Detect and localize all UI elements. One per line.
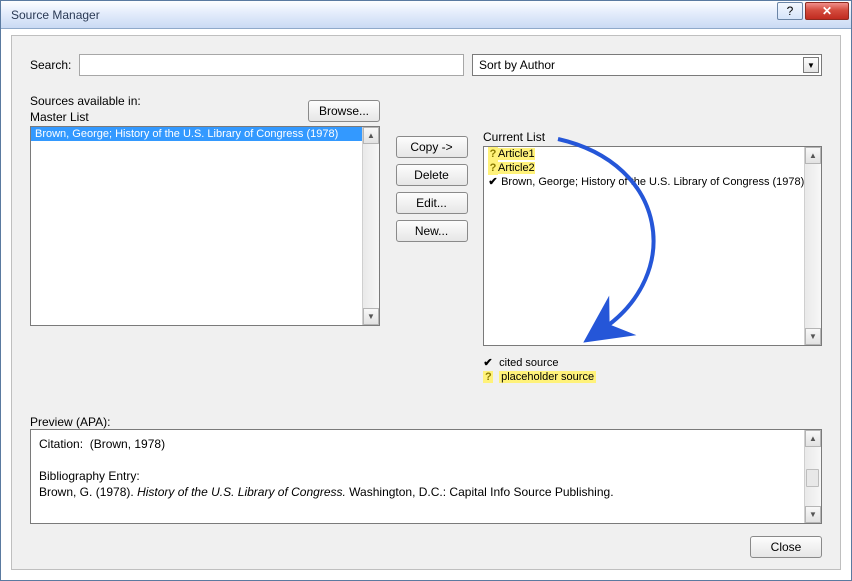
citation-label: Citation: [39,437,83,451]
window-title: Source Manager [11,8,100,22]
copy-button[interactable]: Copy -> [396,136,468,158]
window-controls: ? ✕ [777,2,849,20]
scroll-up-icon[interactable]: ▲ [805,430,821,447]
current-list-label: Current List [483,130,822,144]
browse-button[interactable]: Browse... [308,100,380,122]
current-list-box[interactable]: ?Article1 ?Article2 ✔ Brown, George; His… [483,146,822,346]
chevron-down-icon: ▼ [803,57,819,73]
placeholder-mark-icon: ? [483,371,493,383]
scroll-down-icon[interactable]: ▼ [805,328,821,345]
close-button[interactable]: Close [750,536,822,558]
edit-button[interactable]: Edit... [396,192,468,214]
scroll-up-icon[interactable]: ▲ [363,127,379,144]
cited-mark-icon: ✔ [483,356,493,369]
delete-button[interactable]: Delete [396,164,468,186]
scrollbar[interactable]: ▲ ▼ [362,127,379,325]
title-bar: Source Manager ? ✕ [1,1,851,29]
middle-buttons: Copy -> Delete Edit... New... [394,116,469,385]
list-item[interactable]: Brown, George; History of the U.S. Libra… [31,127,379,141]
master-list-column: Sources available in: Master List Browse… [30,116,380,385]
citation-line: Citation: (Brown, 1978) [39,436,801,452]
placeholder-mark-icon: ? [488,161,498,175]
sort-select-value: Sort by Author [479,58,555,72]
legend-placeholder: ? placeholder source [483,371,822,383]
list-item-text: Brown, George; History of the U.S. Libra… [501,176,804,188]
close-window-button[interactable]: ✕ [805,2,849,20]
lists-area: Sources available in: Master List Browse… [30,116,822,385]
dialog-content: Search: Sort by Author ▼ Sources availab… [11,35,841,570]
list-item[interactable]: ?Article2 [484,161,821,175]
footer: Close [30,536,822,564]
master-list-label: Master List [30,110,141,124]
sources-available-label: Sources available in: [30,94,141,108]
scroll-up-icon[interactable]: ▲ [805,147,821,164]
master-list-box[interactable]: Brown, George; History of the U.S. Libra… [30,126,380,326]
legend: ✔ cited source ? placeholder source [483,356,822,383]
citation-text: (Brown, 1978) [90,437,165,451]
list-item[interactable]: ?Article1 [484,147,821,161]
scroll-thumb[interactable] [806,469,819,487]
scroll-down-icon[interactable]: ▼ [805,506,821,523]
search-input[interactable] [79,54,464,76]
legend-placeholder-label: placeholder source [499,371,596,383]
current-list-column: Current List ?Article1 ?Article2 ✔ Brown… [483,116,822,385]
list-item-text: Article2 [498,162,535,174]
new-button[interactable]: New... [396,220,468,242]
bibliography-label: Bibliography Entry: [39,468,801,484]
bibliography-entry: Brown, G. (1978). History of the U.S. Li… [39,484,801,500]
preview-box: Citation: (Brown, 1978) Bibliography Ent… [30,429,822,524]
search-row: Search: Sort by Author ▼ [30,54,822,76]
scrollbar[interactable]: ▲ ▼ [804,147,821,345]
search-label: Search: [30,58,71,72]
scroll-down-icon[interactable]: ▼ [363,308,379,325]
list-item-text: Article1 [498,148,535,160]
help-button[interactable]: ? [777,2,803,20]
list-item[interactable]: ✔ Brown, George; History of the U.S. Lib… [484,175,821,189]
cited-mark-icon: ✔ [488,175,498,189]
preview-label: Preview (APA): [30,415,822,429]
sort-select[interactable]: Sort by Author ▼ [472,54,822,76]
legend-cited-label: cited source [499,357,558,369]
legend-cited: ✔ cited source [483,356,822,369]
placeholder-mark-icon: ? [488,147,498,161]
